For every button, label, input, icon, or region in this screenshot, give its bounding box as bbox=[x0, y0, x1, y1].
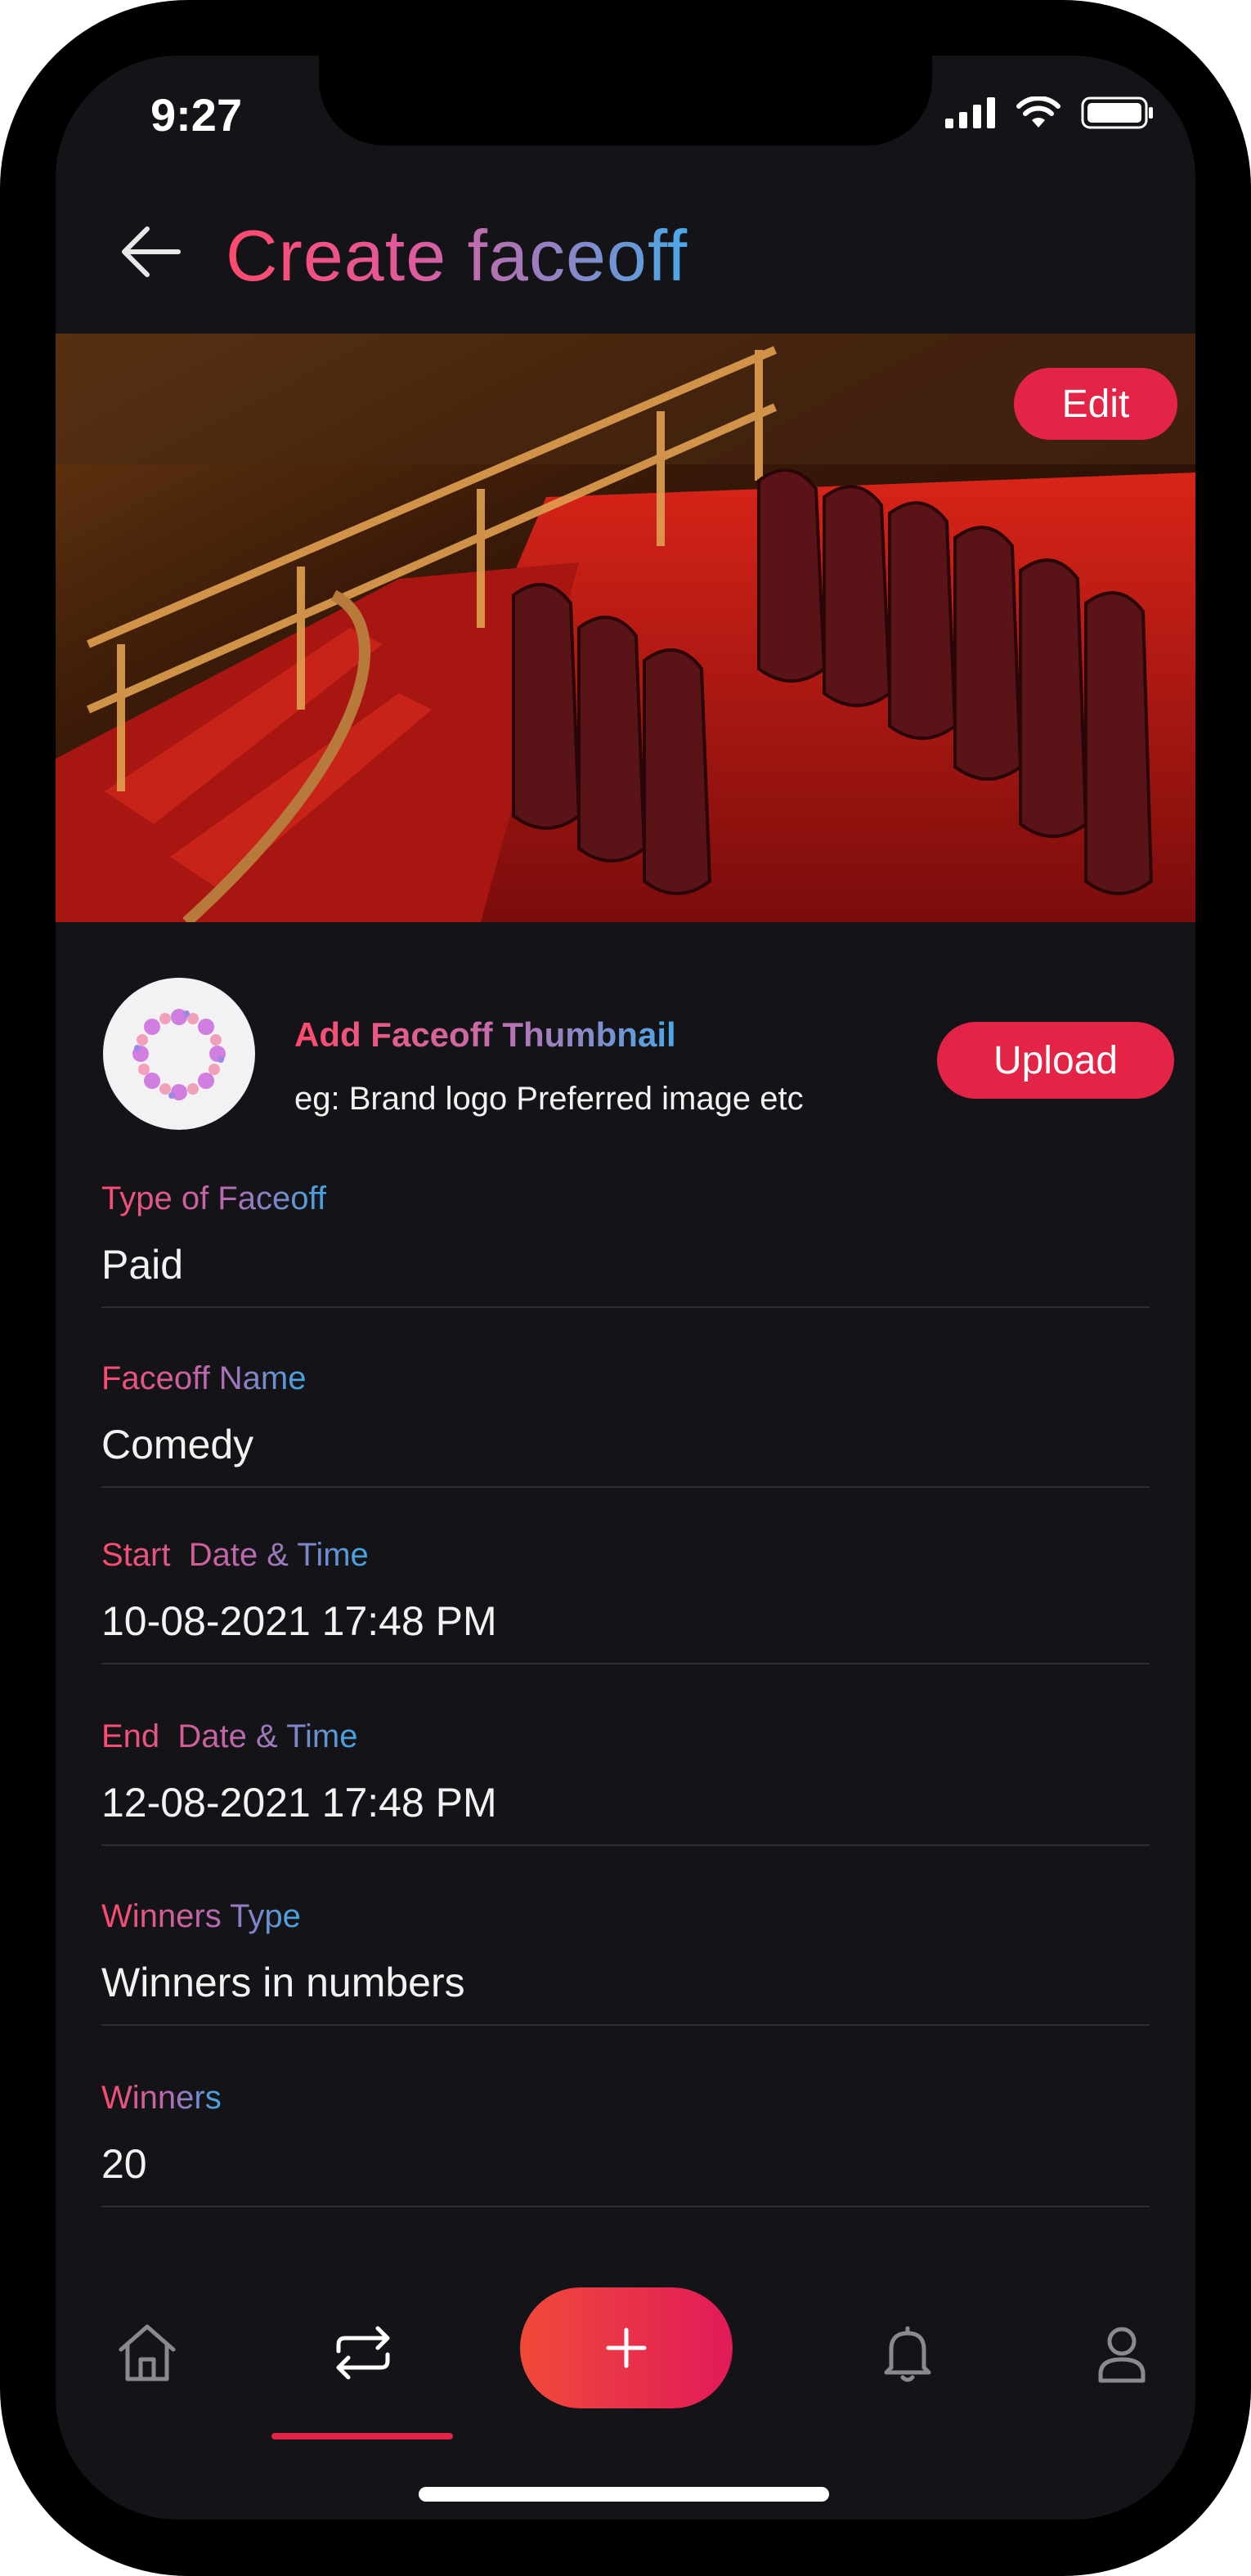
field-value: Comedy bbox=[101, 1422, 254, 1467]
field-faceoff-name[interactable]: Faceoff Name Comedy bbox=[101, 1360, 1150, 1488]
swap-icon bbox=[336, 2326, 390, 2380]
field-end-date-time[interactable]: End Date & Time 12-08-2021 17:48 PM bbox=[101, 1718, 1150, 1846]
device-notch bbox=[319, 56, 932, 146]
field-label: End Date & Time bbox=[101, 1718, 358, 1754]
field-label: Winners bbox=[101, 2080, 222, 2116]
arrow-left-icon bbox=[122, 226, 181, 277]
nav-home[interactable] bbox=[90, 2296, 204, 2410]
thumbnail-title: Add Faceoff Thumbnail bbox=[294, 1015, 676, 1054]
nav-profile[interactable] bbox=[1065, 2296, 1179, 2410]
wifi-icon bbox=[1016, 96, 1060, 128]
battery-icon bbox=[1081, 96, 1153, 129]
home-indicator bbox=[419, 2487, 829, 2502]
user-icon bbox=[1098, 2327, 1146, 2383]
active-tab-indicator bbox=[271, 2433, 453, 2439]
thumbnail-section: Add Faceoff Thumbnail eg: Brand logo Pre… bbox=[56, 978, 1195, 1141]
cover-image: Edit bbox=[56, 334, 1195, 922]
app-screen: 9:27 Create faceoff Edit Add Faceoff Thu… bbox=[56, 56, 1195, 2520]
thumbnail-hint: eg: Brand logo Preferred image etc bbox=[294, 1081, 804, 1117]
field-value: 12-08-2021 17:48 PM bbox=[101, 1780, 497, 1826]
field-label: Start Date & Time bbox=[101, 1537, 369, 1573]
field-winners[interactable]: Winners 20 bbox=[101, 2080, 1150, 2207]
nav-notifications[interactable] bbox=[850, 2296, 965, 2410]
upload-button[interactable]: Upload bbox=[937, 1022, 1174, 1099]
page-title: Create faceoff bbox=[226, 215, 688, 296]
field-label: Winners Type bbox=[101, 1898, 301, 1934]
back-button[interactable] bbox=[113, 211, 195, 293]
field-type-of-faceoff[interactable]: Type of Faceoff Paid bbox=[101, 1180, 1150, 1308]
edit-cover-button[interactable]: Edit bbox=[1014, 368, 1177, 440]
field-label: Faceoff Name bbox=[101, 1360, 307, 1396]
field-label: Type of Faceoff bbox=[101, 1180, 326, 1216]
field-value: 20 bbox=[101, 2141, 147, 2187]
status-time: 9:27 bbox=[150, 89, 243, 141]
status-icons bbox=[945, 96, 1155, 129]
field-start-date-time[interactable]: Start Date & Time 10-08-2021 17:48 PM bbox=[101, 1537, 1150, 1664]
nav-faceoffs[interactable] bbox=[306, 2296, 420, 2410]
cellular-signal-icon bbox=[945, 97, 995, 128]
bell-icon bbox=[884, 2326, 931, 2382]
field-value: 10-08-2021 17:48 PM bbox=[101, 1598, 497, 1644]
field-value: Paid bbox=[101, 1242, 184, 1288]
field-winners-type[interactable]: Winners Type Winners in numbers bbox=[101, 1898, 1150, 2026]
plus-icon bbox=[606, 2327, 647, 2368]
create-button[interactable] bbox=[520, 2287, 733, 2408]
phone-frame: 9:27 Create faceoff Edit Add Faceoff Thu… bbox=[0, 0, 1251, 2576]
field-value: Winners in numbers bbox=[101, 1960, 465, 2005]
flower-wreath-image bbox=[132, 1009, 226, 1100]
thumbnail-avatar[interactable] bbox=[103, 978, 255, 1130]
home-icon bbox=[119, 2324, 176, 2381]
bottom-nav bbox=[56, 2287, 1195, 2459]
